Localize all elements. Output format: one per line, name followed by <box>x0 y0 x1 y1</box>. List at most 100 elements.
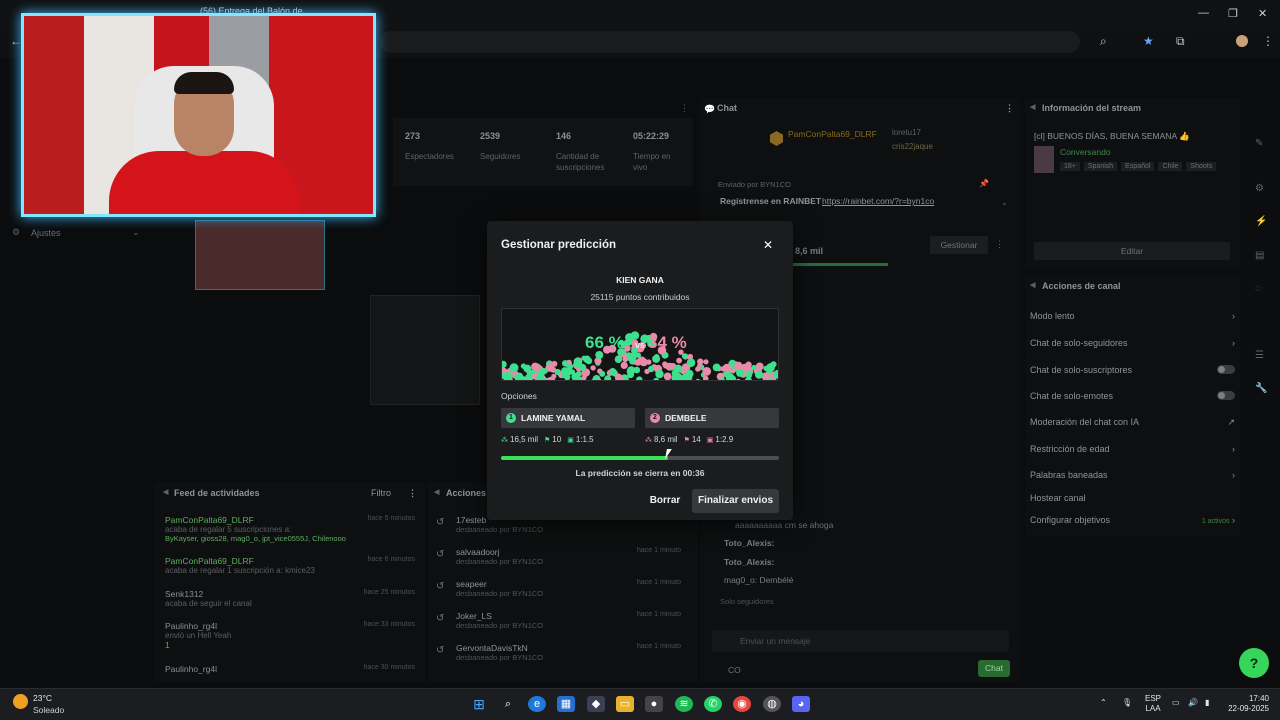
action-text: desbaneado por BYN1CO <box>456 557 544 566</box>
clear-button[interactable]: Borrar <box>645 491 685 511</box>
top-gifter-2[interactable]: loretu17 <box>892 128 921 137</box>
gear-icon: ⚙ <box>12 227 21 237</box>
start-icon[interactable]: ⊞ <box>470 696 488 712</box>
feed-filter-button[interactable]: Filtro <box>371 488 391 498</box>
info-collapse-icon[interactable]: ◀ <box>1030 103 1035 111</box>
chevron-right-icon: › <box>1232 444 1235 454</box>
bubble <box>644 368 650 375</box>
banned-words-row[interactable]: Palabras baneadas › <box>1030 470 1235 480</box>
app-icon[interactable]: ◆ <box>587 696 605 712</box>
chat-user[interactable]: Toto_Alexis: <box>724 557 774 567</box>
tag[interactable]: Shoots <box>1186 162 1217 171</box>
chrome-icon[interactable]: ◉ <box>733 696 751 712</box>
close-icon[interactable]: ✕ <box>763 238 773 252</box>
age-restriction-row[interactable]: Restricción de edad › <box>1030 444 1235 454</box>
weather-icon[interactable] <box>13 694 28 709</box>
emotes-only-toggle[interactable] <box>1217 391 1235 400</box>
layers-icon[interactable]: ☰ <box>1255 350 1264 361</box>
bubble <box>542 368 548 374</box>
maximize-button[interactable]: ❐ <box>1228 7 1238 20</box>
unban-icon: ↺ <box>436 613 445 624</box>
mic-icon[interactable]: 🎙 <box>1122 698 1132 708</box>
co-label: CO <box>728 665 741 675</box>
support-bubble-button[interactable]: ? <box>1239 648 1269 678</box>
minimize-button[interactable]: — <box>1198 7 1209 19</box>
discord-icon[interactable]: ◕ <box>792 696 810 712</box>
zoom-icon[interactable]: ⌕ <box>1100 34 1107 49</box>
goals-row[interactable]: Configurar objetivos 1 activos › <box>1030 515 1235 525</box>
emotes-only-row[interactable]: Chat de solo-emotes <box>1030 391 1235 401</box>
tag[interactable]: 18+ <box>1060 162 1080 171</box>
bookmark-star-icon[interactable]: ★ <box>1143 34 1154 48</box>
language-indicator[interactable]: ESP LAA <box>1145 694 1161 714</box>
url-bar[interactable] <box>380 31 1080 53</box>
tag[interactable]: Chile <box>1158 162 1183 171</box>
stats-menu-icon[interactable]: ⋮ <box>680 103 689 114</box>
chat-title: Chat <box>717 103 737 113</box>
subs-only-row[interactable]: Chat de solo-suscriptores <box>1030 365 1235 375</box>
language-code: ESP <box>1145 694 1162 703</box>
whatsapp-icon[interactable]: ✆ <box>704 696 722 712</box>
option-b-percent: 34 % <box>648 333 687 352</box>
chat-bubble-icon[interactable]: ◌ <box>1255 283 1261 294</box>
bolt-icon[interactable]: ⚡ <box>1255 216 1267 227</box>
manage-prediction-button[interactable]: Gestionar <box>930 236 988 254</box>
chat-user[interactable]: Toto_Alexis: <box>724 538 774 548</box>
feed-collapse-icon[interactable]: ◀ <box>163 488 168 496</box>
actions-collapse-icon[interactable]: ◀ <box>434 488 439 496</box>
ratio-icon: ▣ <box>567 437 574 444</box>
chevron-down-icon[interactable]: ⌄ <box>1001 198 1008 207</box>
top-gifter-3[interactable]: cris22jaque <box>892 142 933 151</box>
action-time: hace 1 minuto <box>637 611 681 618</box>
tray-chevron-icon[interactable]: ⌃ <box>1100 698 1107 708</box>
volume-icon[interactable]: 🔊 <box>1188 698 1198 708</box>
feed-menu-icon[interactable]: ⋮ <box>408 488 417 499</box>
person-hair <box>174 72 234 94</box>
stream-category[interactable]: Conversando <box>1060 147 1111 157</box>
recorder-icon[interactable]: ◍ <box>763 696 781 712</box>
battery-icon[interactable]: ▮ <box>1205 698 1209 708</box>
option-a-button[interactable]: 1 LAMINE YAMAL <box>501 408 635 428</box>
settings-icon[interactable]: ⚙ <box>1255 183 1264 194</box>
tag[interactable]: Español <box>1121 162 1155 171</box>
slow-mode-row[interactable]: Modo lento › <box>1030 311 1235 321</box>
browser-menu-icon[interactable]: ⋮ <box>1262 34 1274 48</box>
search-icon[interactable]: ⌕ <box>499 696 517 712</box>
spotify-icon[interactable]: ≋ <box>675 696 693 712</box>
followers-only-row[interactable]: Chat de solo-seguidores › <box>1030 338 1235 348</box>
clock[interactable]: 17:40 22-09-2025 <box>1225 694 1269 714</box>
pinned-link[interactable]: https://rainbet.com/?r=byn1co <box>822 196 934 206</box>
store-icon[interactable]: ▦ <box>557 696 575 712</box>
top-gifter-1[interactable]: PamConPalta69_DLRF <box>788 129 877 139</box>
prediction-menu-icon[interactable]: ⋮ <box>995 239 1004 250</box>
obs-icon[interactable]: ● <box>645 696 663 712</box>
doc-icon[interactable]: ▤ <box>1255 250 1264 261</box>
folder-icon[interactable]: ▭ <box>616 696 634 712</box>
weather-condition[interactable]: Soleado <box>33 705 64 715</box>
host-channel-row[interactable]: Hostear canal <box>1030 493 1235 503</box>
channel-actions-collapse-icon[interactable]: ◀ <box>1030 281 1035 289</box>
weather-temp[interactable]: 23°C <box>33 693 52 703</box>
channel-action-label: Palabras baneadas <box>1030 470 1108 480</box>
profile-avatar[interactable] <box>1236 35 1248 47</box>
pin-icon[interactable]: 📌 <box>979 179 989 188</box>
edit-stream-button[interactable]: Editar <box>1034 242 1230 260</box>
chevron-right-icon: › <box>1232 311 1235 321</box>
settings-nav-label[interactable]: Ajustes <box>31 228 61 238</box>
channel-action-label: Moderación del chat con IA <box>1030 417 1140 427</box>
ai-moderation-row[interactable]: Moderación del chat con IA ↗ <box>1030 417 1235 428</box>
network-icon[interactable]: ▭ <box>1172 698 1180 708</box>
clock-time: 17:40 <box>1248 694 1269 703</box>
option-b-button[interactable]: 2 DEMBELE <box>645 408 779 428</box>
close-window-button[interactable]: ✕ <box>1258 7 1267 20</box>
edit-icon[interactable]: ✎ <box>1255 138 1263 149</box>
edge-icon[interactable]: e <box>528 696 546 712</box>
tag[interactable]: Spanish <box>1083 162 1118 171</box>
viewers-value: 273 <box>405 131 421 141</box>
extensions-icon[interactable]: ⧉ <box>1176 34 1185 49</box>
send-chat-button[interactable]: Chat <box>978 660 1010 677</box>
subs-only-toggle[interactable] <box>1217 365 1235 374</box>
chat-menu-icon[interactable]: ⋮ <box>1005 103 1014 114</box>
wrench-icon[interactable]: 🔧 <box>1255 383 1267 394</box>
end-submissions-button[interactable]: Finalizar envios <box>692 489 779 513</box>
